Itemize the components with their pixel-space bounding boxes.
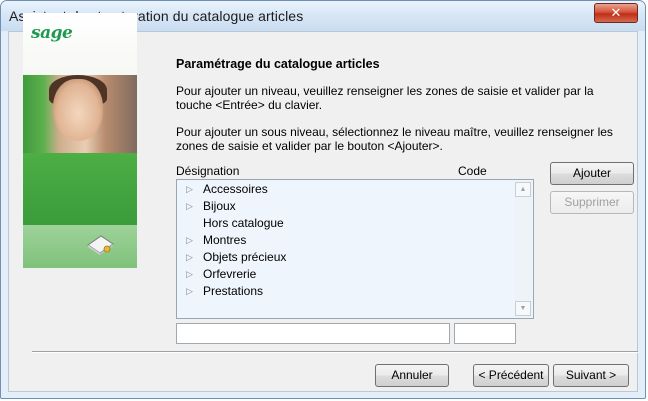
footer-separator xyxy=(32,351,638,353)
list-item[interactable]: ▷ Montres xyxy=(177,232,517,249)
list-item-label: Prestations xyxy=(203,284,264,298)
delete-button[interactable]: Supprimer xyxy=(550,191,634,214)
cancel-button-label: Annuler xyxy=(391,368,433,382)
side-bottom-band xyxy=(23,225,137,268)
photo-face xyxy=(53,79,103,141)
expand-arrow-icon[interactable]: ▷ xyxy=(186,283,193,300)
cd-install-icon xyxy=(87,235,114,255)
list-item-label: Objets précieux xyxy=(203,250,287,264)
close-button[interactable]: ✕ xyxy=(594,3,638,23)
delete-button-label: Supprimer xyxy=(564,195,620,209)
expand-arrow-icon[interactable]: ▷ xyxy=(186,198,193,215)
sage-logo: sage xyxy=(31,23,73,43)
designation-input[interactable] xyxy=(176,323,450,344)
add-button-label: Ajouter xyxy=(572,166,612,180)
list-item-label: Orfevrerie xyxy=(203,267,257,281)
side-logo-area: sage xyxy=(23,13,137,75)
expand-arrow-icon[interactable]: ▷ xyxy=(186,181,193,198)
column-header-code: Code xyxy=(458,164,487,178)
expand-arrow-icon[interactable]: ▷ xyxy=(186,232,193,249)
side-photo xyxy=(23,75,137,153)
scroll-down-icon[interactable]: ▼ xyxy=(515,301,531,316)
list-item-label: Accessoires xyxy=(203,182,268,196)
side-illustration: sage xyxy=(23,13,137,268)
instruction-sublevel: Pour ajouter un sous niveau, sélectionne… xyxy=(176,125,613,153)
column-header-designation: Désignation xyxy=(176,164,240,178)
add-button[interactable]: Ajouter xyxy=(550,162,634,185)
list-item[interactable]: ▷ Objets précieux xyxy=(177,249,517,266)
expand-arrow-icon[interactable]: ▷ xyxy=(186,249,193,266)
list-item[interactable]: Hors catalogue xyxy=(177,215,517,232)
list-scrollbar[interactable]: ▲ ▼ xyxy=(515,181,532,317)
previous-button[interactable]: < Précédent xyxy=(473,364,549,387)
side-green-band xyxy=(23,153,137,225)
list-item[interactable]: ▷ Orfevrerie xyxy=(177,266,517,283)
list-item-label: Hors catalogue xyxy=(203,216,284,230)
code-input[interactable] xyxy=(454,323,516,344)
next-button[interactable]: Suivant > xyxy=(553,364,629,387)
scroll-up-icon[interactable]: ▲ xyxy=(515,182,531,197)
list-item[interactable]: ▷ Accessoires xyxy=(177,181,517,198)
catalogue-tree-list[interactable]: ▷ Accessoires ▷ Bijoux Hors catalogue ▷ … xyxy=(176,179,534,319)
expand-arrow-icon[interactable]: ▷ xyxy=(186,266,193,283)
list-item-label: Bijoux xyxy=(203,199,236,213)
close-icon: ✕ xyxy=(610,5,622,20)
list-item-label: Montres xyxy=(203,233,247,247)
list-item[interactable]: ▷ Prestations xyxy=(177,283,517,300)
page-heading: Paramétrage du catalogue articles xyxy=(176,57,380,71)
next-button-label: Suivant > xyxy=(565,368,617,382)
instruction-level: Pour ajouter un niveau, veuillez renseig… xyxy=(176,84,594,112)
cancel-button[interactable]: Annuler xyxy=(375,364,449,387)
list-item[interactable]: ▷ Bijoux xyxy=(177,198,517,215)
previous-button-label: < Précédent xyxy=(478,368,544,382)
